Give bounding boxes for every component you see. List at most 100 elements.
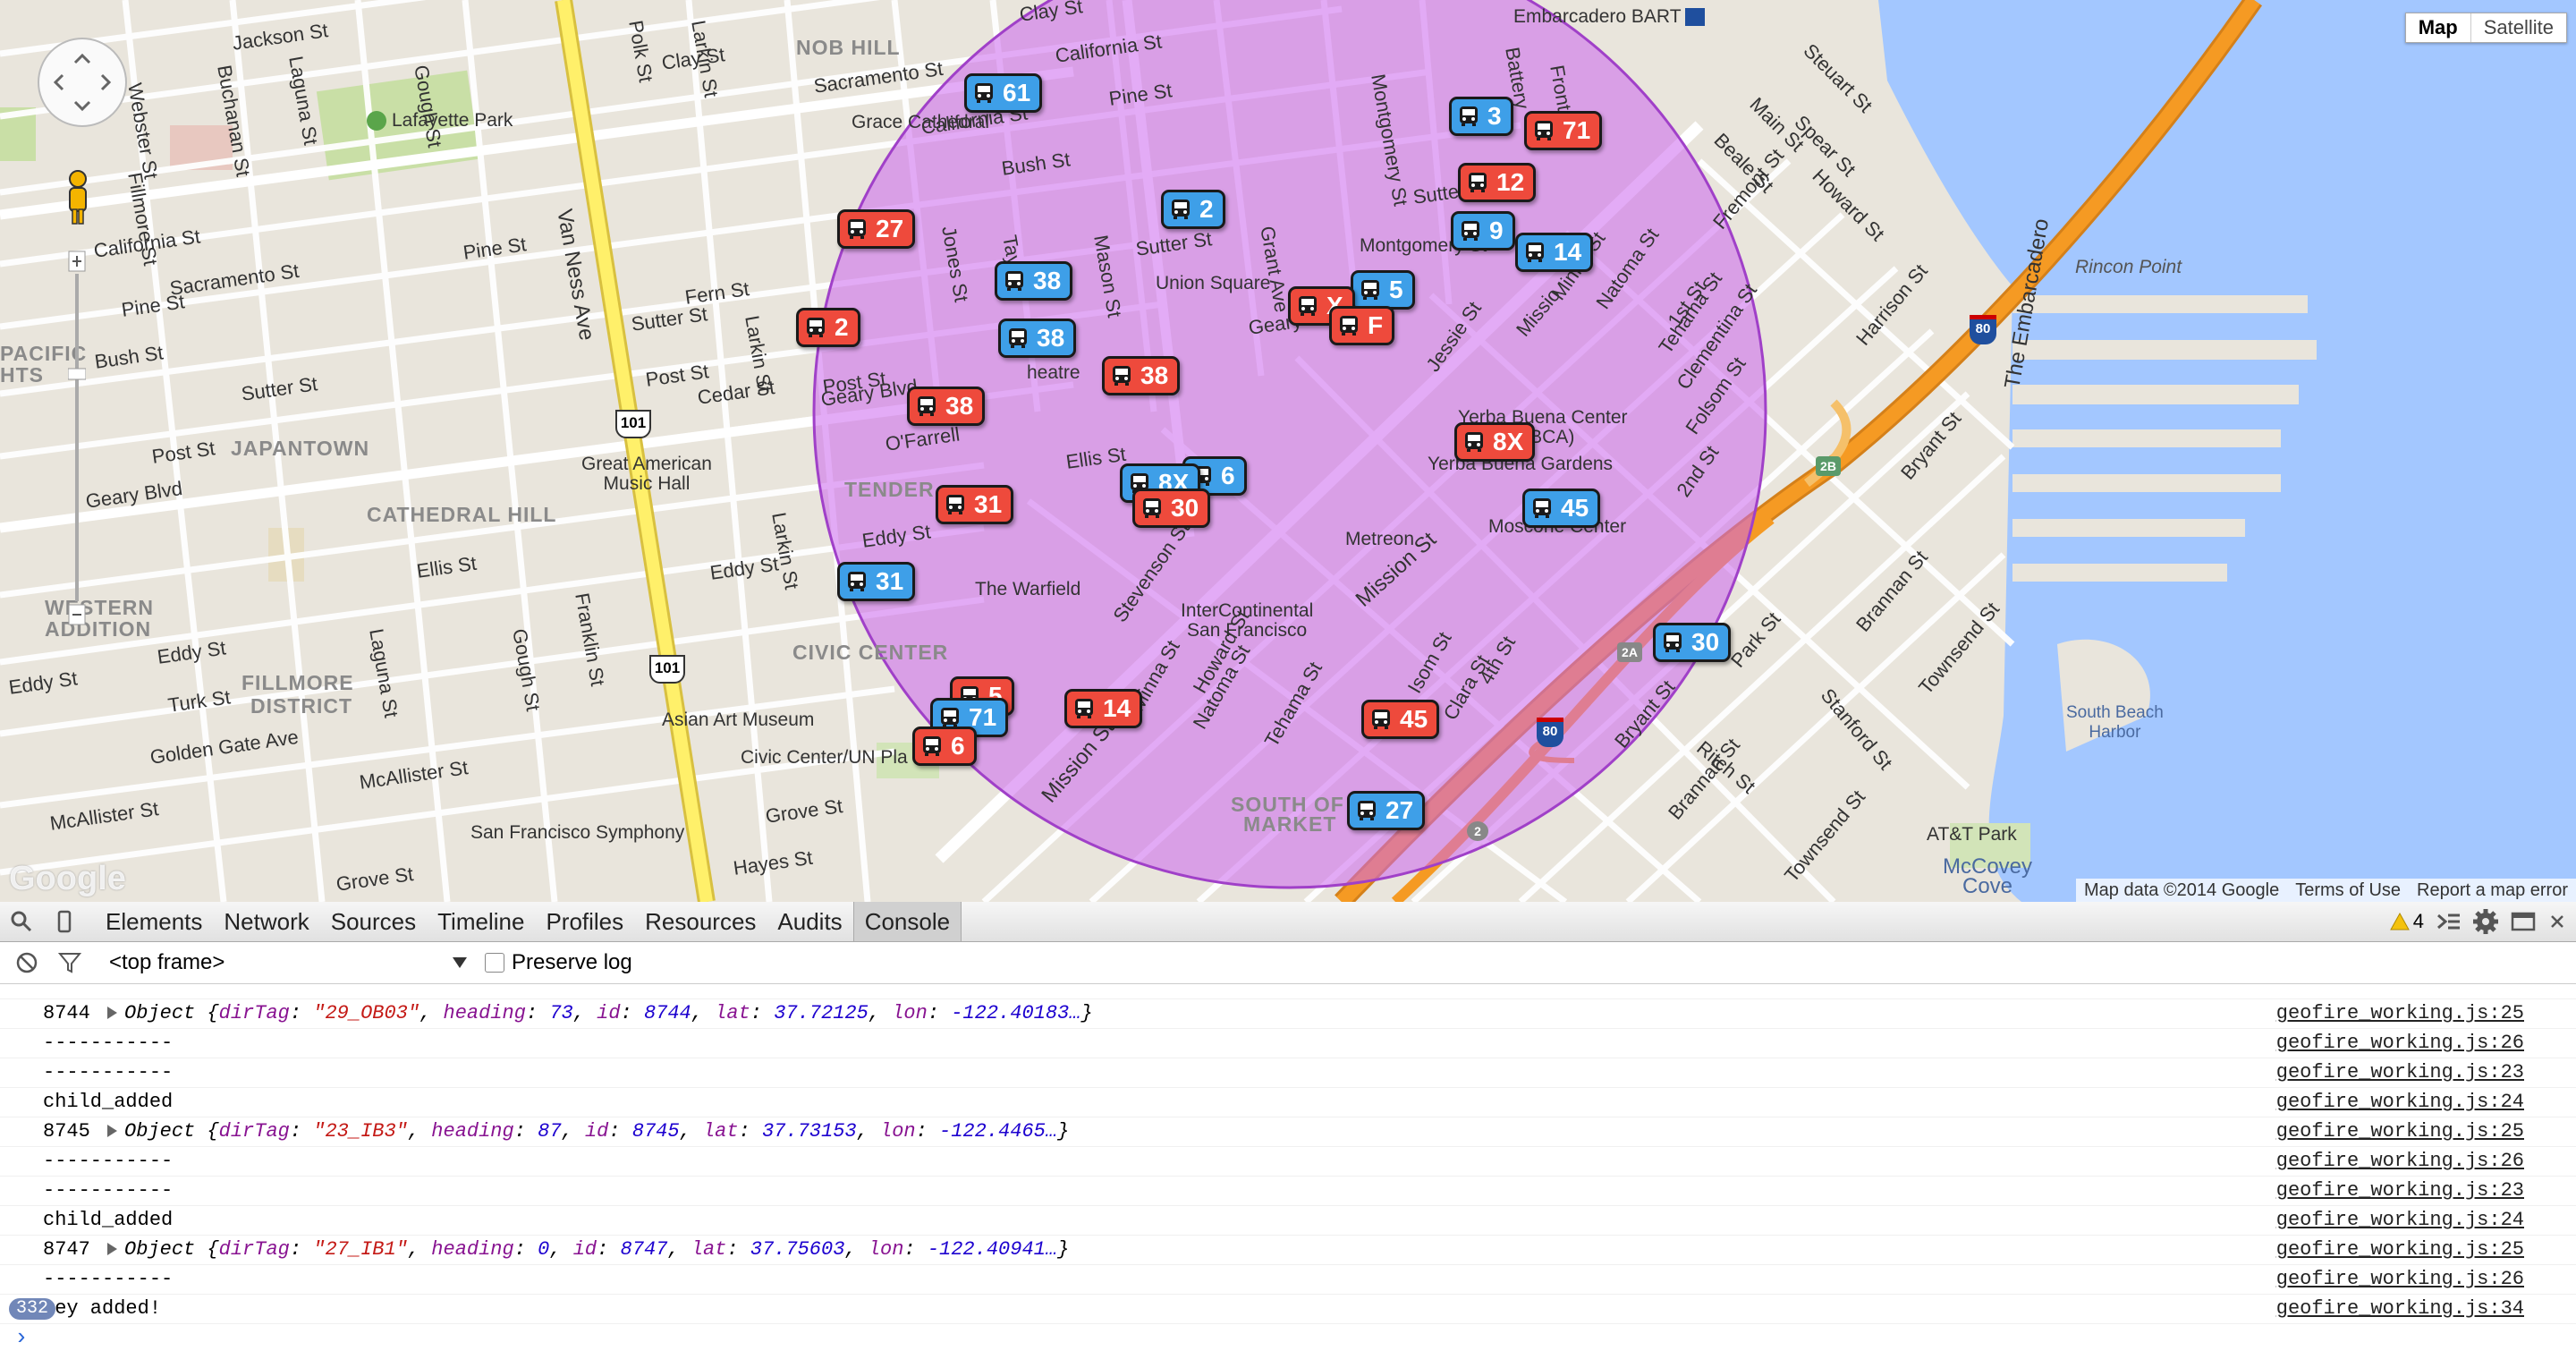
warning-counter[interactable]: 4 — [2389, 910, 2424, 933]
pan-control[interactable] — [38, 38, 127, 127]
tab-timeline[interactable]: Timeline — [427, 902, 535, 941]
poi-the-warfield[interactable]: The Warfield — [975, 580, 1080, 599]
poi-union-square[interactable]: Union Square — [1156, 274, 1270, 293]
source-link[interactable]: geofire_working.js:24 — [2276, 1088, 2524, 1117]
filter-icon[interactable] — [57, 950, 82, 975]
poi-metreon[interactable]: Metreon — [1345, 530, 1414, 549]
preserve-log-option[interactable]: Preserve log — [485, 950, 632, 975]
map-type-map-button[interactable]: Map — [2406, 13, 2470, 42]
bus-icon — [848, 219, 866, 239]
bus-marker[interactable]: 14 — [1064, 689, 1143, 728]
bus-marker[interactable]: 30 — [1132, 489, 1211, 528]
search-icon[interactable] — [9, 909, 34, 934]
poi-civic-center-plaza[interactable]: Civic Center/UN Pla — [741, 748, 908, 768]
zoom-slider[interactable] — [68, 251, 86, 626]
bus-marker[interactable]: 38 — [998, 319, 1077, 358]
poi-asian-art-museum[interactable]: Asian Art Museum — [662, 710, 814, 730]
bus-route-label: 8X — [1493, 428, 1524, 455]
source-link[interactable]: geofire_working.js:26 — [2276, 1029, 2524, 1058]
console-prompt[interactable]: › — [0, 1324, 2576, 1351]
bus-marker[interactable]: 45 — [1522, 489, 1601, 528]
bus-marker[interactable]: 8X — [1454, 422, 1536, 462]
expand-triangle-icon[interactable] — [107, 1125, 118, 1138]
google-logo[interactable]: Google — [9, 860, 126, 898]
bus-marker[interactable]: F — [1329, 306, 1395, 345]
tab-audits[interactable]: Audits — [767, 902, 852, 941]
bus-marker[interactable]: 31 — [936, 485, 1014, 524]
source-link[interactable]: geofire_working.js:23 — [2276, 1058, 2524, 1087]
report-map-error-link[interactable]: Report a map error — [2409, 879, 2576, 902]
clear-console-icon[interactable] — [14, 950, 39, 975]
bus-marker[interactable]: 14 — [1515, 233, 1594, 272]
tab-profiles[interactable]: Profiles — [535, 902, 634, 941]
frame-selector[interactable]: <top frame> — [109, 950, 467, 975]
expand-triangle-icon[interactable] — [107, 1007, 118, 1020]
poi-att-park[interactable]: AT&T Park — [1927, 825, 2017, 845]
bus-route-label: 38 — [1140, 361, 1169, 389]
bus-marker[interactable]: 38 — [995, 261, 1073, 301]
tab-console[interactable]: Console — [852, 902, 962, 941]
source-link[interactable]: geofire_working.js:34 — [2276, 1295, 2524, 1323]
bus-marker[interactable]: 5 — [1351, 270, 1415, 310]
gear-icon[interactable] — [2472, 908, 2499, 935]
bus-marker[interactable]: 38 — [1102, 356, 1181, 395]
map-view[interactable]: NOB HILL JAPANTOWN CATHEDRAL HILL FILLMO… — [0, 0, 2576, 902]
bus-marker[interactable]: 38 — [907, 387, 986, 426]
source-link[interactable]: geofire_working.js:23 — [2276, 1177, 2524, 1205]
tab-network[interactable]: Network — [213, 902, 319, 941]
dock-side-icon[interactable] — [2510, 909, 2537, 934]
preserve-log-checkbox[interactable] — [485, 953, 504, 973]
object-sep: : — [903, 1238, 928, 1261]
device-mode-icon[interactable] — [52, 909, 77, 934]
bus-marker[interactable]: 30 — [1653, 623, 1732, 662]
bus-marker[interactable]: 6 — [912, 726, 977, 766]
source-link[interactable]: geofire_working.js:24 — [2276, 1206, 2524, 1235]
bus-route-label: 14 — [1103, 694, 1131, 722]
tab-elements[interactable]: Elements — [95, 902, 213, 941]
bus-marker[interactable]: 12 — [1458, 163, 1537, 202]
source-link[interactable]: geofire_working.js:26 — [2276, 1265, 2524, 1294]
object-key: lon — [892, 1002, 928, 1024]
close-icon[interactable] — [2547, 912, 2567, 931]
poi-sf-symphony[interactable]: San Francisco Symphony — [470, 823, 684, 843]
object-value: "29_OB03" — [313, 1002, 420, 1024]
terms-of-use-link[interactable]: Terms of Use — [2287, 879, 2409, 902]
tab-sources[interactable]: Sources — [320, 902, 427, 941]
bus-marker[interactable]: 3 — [1449, 97, 1513, 136]
tab-resources[interactable]: Resources — [634, 902, 767, 941]
expand-triangle-icon[interactable] — [107, 1243, 118, 1256]
source-link[interactable]: geofire_working.js:25 — [2276, 1236, 2524, 1264]
poi-theatre[interactable]: heatre — [1027, 363, 1080, 383]
bus-icon — [1460, 106, 1478, 126]
bus-marker[interactable]: 2 — [796, 308, 860, 347]
pegman-icon[interactable] — [63, 170, 93, 227]
poi-embarcadero-bart[interactable]: Embarcadero BART — [1513, 7, 1705, 27]
poi-lafayette-park[interactable]: Lafayette Park — [367, 111, 513, 132]
console-message: ----------- geofire_working.js:26 — [0, 1029, 2576, 1058]
poi-intercontinental[interactable]: InterContinental San Francisco — [1181, 601, 1313, 641]
console-message: ----------- geofire_working.js:23 — [0, 1058, 2576, 1088]
drawer-toggle-icon[interactable] — [2435, 910, 2462, 933]
bus-marker[interactable]: 31 — [837, 562, 916, 601]
object-value: 0 — [538, 1238, 550, 1261]
bus-marker[interactable]: 45 — [1361, 700, 1440, 739]
bus-marker[interactable]: 61 — [964, 73, 1043, 113]
source-link[interactable]: geofire_working.js:25 — [2276, 1117, 2524, 1146]
bus-marker[interactable]: 71 — [1524, 111, 1603, 150]
bus-marker[interactable]: 9 — [1451, 211, 1515, 251]
console-log: 8744 Object {dirTag: "29_OB03", heading:… — [0, 984, 2576, 1351]
source-link[interactable]: geofire_working.js:26 — [2276, 1147, 2524, 1176]
map-type-satellite-button[interactable]: Satellite — [2470, 13, 2566, 42]
park-icon — [367, 111, 386, 132]
object-value: "27_IB1" — [313, 1238, 408, 1261]
object-key: dirTag — [218, 1120, 290, 1143]
object-key: id — [597, 1002, 621, 1024]
poi-grace-cathedral[interactable]: Grace Cathedral — [852, 113, 989, 132]
bus-marker[interactable]: 27 — [1347, 791, 1426, 830]
bus-route-label: 12 — [1496, 168, 1525, 196]
poi-great-american-music-hall[interactable]: Great American Music Hall — [581, 455, 712, 494]
source-link[interactable]: geofire_working.js:25 — [2276, 999, 2524, 1028]
object-sep: , — [572, 1002, 597, 1024]
bus-marker[interactable]: 2 — [1161, 190, 1225, 229]
bus-marker[interactable]: 27 — [837, 209, 916, 249]
